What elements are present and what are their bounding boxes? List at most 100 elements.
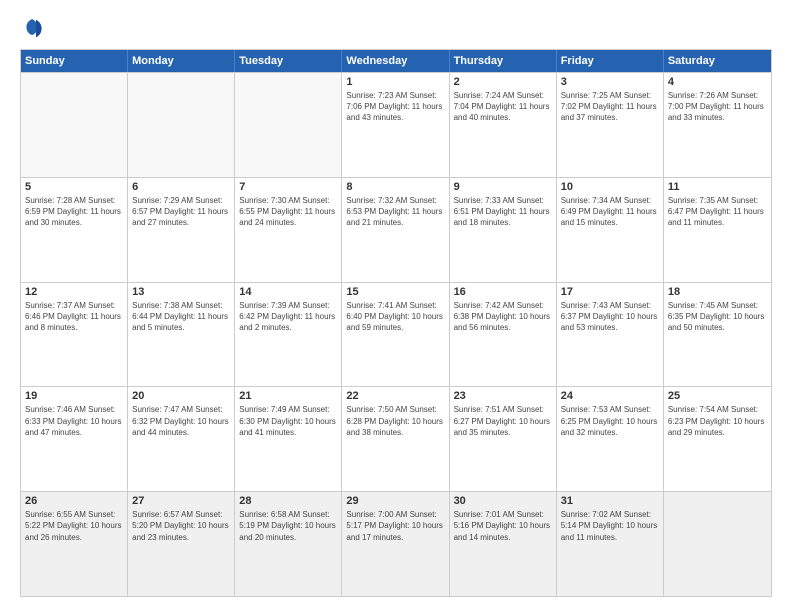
weekday-header-tuesday: Tuesday bbox=[235, 50, 342, 72]
day-info: Sunrise: 6:58 AM Sunset: 5:19 PM Dayligh… bbox=[239, 509, 337, 543]
day-info: Sunrise: 7:00 AM Sunset: 5:17 PM Dayligh… bbox=[346, 509, 444, 543]
day-cell-12: 12 Sunrise: 7:37 AM Sunset: 6:46 PM Dayli… bbox=[21, 283, 128, 387]
day-number: 20 bbox=[132, 390, 230, 402]
day-info: Sunrise: 7:50 AM Sunset: 6:28 PM Dayligh… bbox=[346, 404, 444, 438]
day-cell-2: 2 Sunrise: 7:24 AM Sunset: 7:04 PM Daylig… bbox=[450, 73, 557, 177]
day-number: 31 bbox=[561, 495, 659, 507]
day-number: 23 bbox=[454, 390, 552, 402]
day-cell-23: 23 Sunrise: 7:51 AM Sunset: 6:27 PM Dayli… bbox=[450, 387, 557, 491]
day-info: Sunrise: 7:25 AM Sunset: 7:02 PM Dayligh… bbox=[561, 90, 659, 124]
day-cell-6: 6 Sunrise: 7:29 AM Sunset: 6:57 PM Daylig… bbox=[128, 178, 235, 282]
day-info: Sunrise: 7:42 AM Sunset: 6:38 PM Dayligh… bbox=[454, 300, 552, 334]
day-info: Sunrise: 7:26 AM Sunset: 7:00 PM Dayligh… bbox=[668, 90, 767, 124]
day-cell-24: 24 Sunrise: 7:53 AM Sunset: 6:25 PM Dayli… bbox=[557, 387, 664, 491]
empty-cell bbox=[235, 73, 342, 177]
day-number: 8 bbox=[346, 181, 444, 193]
calendar-row-5: 26 Sunrise: 6:55 AM Sunset: 5:22 PM Dayli… bbox=[21, 491, 771, 596]
day-info: Sunrise: 7:53 AM Sunset: 6:25 PM Dayligh… bbox=[561, 404, 659, 438]
day-number: 6 bbox=[132, 181, 230, 193]
day-cell-9: 9 Sunrise: 7:33 AM Sunset: 6:51 PM Daylig… bbox=[450, 178, 557, 282]
day-info: Sunrise: 7:34 AM Sunset: 6:49 PM Dayligh… bbox=[561, 195, 659, 229]
day-number: 15 bbox=[346, 286, 444, 298]
day-info: Sunrise: 7:39 AM Sunset: 6:42 PM Dayligh… bbox=[239, 300, 337, 334]
weekday-header-friday: Friday bbox=[557, 50, 664, 72]
day-number: 14 bbox=[239, 286, 337, 298]
day-info: Sunrise: 7:49 AM Sunset: 6:30 PM Dayligh… bbox=[239, 404, 337, 438]
day-info: Sunrise: 7:24 AM Sunset: 7:04 PM Dayligh… bbox=[454, 90, 552, 124]
day-info: Sunrise: 7:23 AM Sunset: 7:06 PM Dayligh… bbox=[346, 90, 444, 124]
day-number: 11 bbox=[668, 181, 767, 193]
day-number: 18 bbox=[668, 286, 767, 298]
day-number: 2 bbox=[454, 76, 552, 88]
weekday-header-monday: Monday bbox=[128, 50, 235, 72]
day-number: 13 bbox=[132, 286, 230, 298]
day-info: Sunrise: 7:29 AM Sunset: 6:57 PM Dayligh… bbox=[132, 195, 230, 229]
day-number: 7 bbox=[239, 181, 337, 193]
day-cell-10: 10 Sunrise: 7:34 AM Sunset: 6:49 PM Dayli… bbox=[557, 178, 664, 282]
day-cell-13: 13Sunrise: 7:38 AM Sunset: 6:44 PM Dayli… bbox=[128, 283, 235, 387]
empty-cell bbox=[128, 73, 235, 177]
day-info: Sunrise: 6:57 AM Sunset: 5:20 PM Dayligh… bbox=[132, 509, 230, 543]
day-info: Sunrise: 7:35 AM Sunset: 6:47 PM Dayligh… bbox=[668, 195, 767, 229]
day-info: Sunrise: 7:46 AM Sunset: 6:33 PM Dayligh… bbox=[25, 404, 123, 438]
day-number: 24 bbox=[561, 390, 659, 402]
calendar-row-2: 5Sunrise: 7:28 AM Sunset: 6:59 PM Daylig… bbox=[21, 177, 771, 282]
day-cell-28: 28 Sunrise: 6:58 AM Sunset: 5:19 PM Dayli… bbox=[235, 492, 342, 596]
calendar: SundayMondayTuesdayWednesdayThursdayFrid… bbox=[20, 49, 772, 597]
day-number: 1 bbox=[346, 76, 444, 88]
day-info: Sunrise: 7:41 AM Sunset: 6:40 PM Dayligh… bbox=[346, 300, 444, 334]
logo-icon bbox=[20, 15, 44, 39]
day-info: Sunrise: 7:43 AM Sunset: 6:37 PM Dayligh… bbox=[561, 300, 659, 334]
empty-cell bbox=[664, 492, 771, 596]
day-number: 29 bbox=[346, 495, 444, 507]
day-cell-20: 20Sunrise: 7:47 AM Sunset: 6:32 PM Dayli… bbox=[128, 387, 235, 491]
page: SundayMondayTuesdayWednesdayThursdayFrid… bbox=[0, 0, 792, 612]
calendar-row-4: 19 Sunrise: 7:46 AM Sunset: 6:33 PM Dayli… bbox=[21, 386, 771, 491]
day-number: 4 bbox=[668, 76, 767, 88]
day-number: 28 bbox=[239, 495, 337, 507]
day-number: 25 bbox=[668, 390, 767, 402]
day-cell-25: 25Sunrise: 7:54 AM Sunset: 6:23 PM Dayli… bbox=[664, 387, 771, 491]
calendar-body: 1 Sunrise: 7:23 AM Sunset: 7:06 PM Daylig… bbox=[21, 72, 771, 596]
day-number: 30 bbox=[454, 495, 552, 507]
logo bbox=[20, 15, 48, 39]
day-number: 27 bbox=[132, 495, 230, 507]
day-cell-21: 21 Sunrise: 7:49 AM Sunset: 6:30 PM Dayli… bbox=[235, 387, 342, 491]
day-cell-31: 31 Sunrise: 7:02 AM Sunset: 5:14 PM Dayli… bbox=[557, 492, 664, 596]
day-info: Sunrise: 6:55 AM Sunset: 5:22 PM Dayligh… bbox=[25, 509, 123, 543]
day-cell-16: 16 Sunrise: 7:42 AM Sunset: 6:38 PM Dayli… bbox=[450, 283, 557, 387]
day-number: 21 bbox=[239, 390, 337, 402]
day-info: Sunrise: 7:33 AM Sunset: 6:51 PM Dayligh… bbox=[454, 195, 552, 229]
day-number: 22 bbox=[346, 390, 444, 402]
day-cell-30: 30 Sunrise: 7:01 AM Sunset: 5:16 PM Dayli… bbox=[450, 492, 557, 596]
day-cell-11: 11 Sunrise: 7:35 AM Sunset: 6:47 PM Dayli… bbox=[664, 178, 771, 282]
day-info: Sunrise: 7:01 AM Sunset: 5:16 PM Dayligh… bbox=[454, 509, 552, 543]
day-cell-17: 17Sunrise: 7:43 AM Sunset: 6:37 PM Dayli… bbox=[557, 283, 664, 387]
day-info: Sunrise: 7:51 AM Sunset: 6:27 PM Dayligh… bbox=[454, 404, 552, 438]
day-cell-18: 18Sunrise: 7:45 AM Sunset: 6:35 PM Dayli… bbox=[664, 283, 771, 387]
day-number: 26 bbox=[25, 495, 123, 507]
day-number: 16 bbox=[454, 286, 552, 298]
day-cell-27: 27 Sunrise: 6:57 AM Sunset: 5:20 PM Dayli… bbox=[128, 492, 235, 596]
day-cell-4: 4 Sunrise: 7:26 AM Sunset: 7:00 PM Daylig… bbox=[664, 73, 771, 177]
day-info: Sunrise: 7:02 AM Sunset: 5:14 PM Dayligh… bbox=[561, 509, 659, 543]
weekday-header-saturday: Saturday bbox=[664, 50, 771, 72]
day-cell-5: 5Sunrise: 7:28 AM Sunset: 6:59 PM Daylig… bbox=[21, 178, 128, 282]
day-number: 9 bbox=[454, 181, 552, 193]
calendar-row-3: 12 Sunrise: 7:37 AM Sunset: 6:46 PM Dayli… bbox=[21, 282, 771, 387]
day-number: 10 bbox=[561, 181, 659, 193]
calendar-header: SundayMondayTuesdayWednesdayThursdayFrid… bbox=[21, 50, 771, 72]
day-cell-3: 3 Sunrise: 7:25 AM Sunset: 7:02 PM Daylig… bbox=[557, 73, 664, 177]
day-cell-1: 1 Sunrise: 7:23 AM Sunset: 7:06 PM Daylig… bbox=[342, 73, 449, 177]
day-info: Sunrise: 7:37 AM Sunset: 6:46 PM Dayligh… bbox=[25, 300, 123, 334]
day-cell-7: 7 Sunrise: 7:30 AM Sunset: 6:55 PM Daylig… bbox=[235, 178, 342, 282]
day-number: 12 bbox=[25, 286, 123, 298]
header bbox=[20, 15, 772, 39]
empty-cell bbox=[21, 73, 128, 177]
day-number: 5 bbox=[25, 181, 123, 193]
day-info: Sunrise: 7:30 AM Sunset: 6:55 PM Dayligh… bbox=[239, 195, 337, 229]
day-number: 3 bbox=[561, 76, 659, 88]
day-info: Sunrise: 7:32 AM Sunset: 6:53 PM Dayligh… bbox=[346, 195, 444, 229]
day-cell-15: 15 Sunrise: 7:41 AM Sunset: 6:40 PM Dayli… bbox=[342, 283, 449, 387]
day-number: 19 bbox=[25, 390, 123, 402]
